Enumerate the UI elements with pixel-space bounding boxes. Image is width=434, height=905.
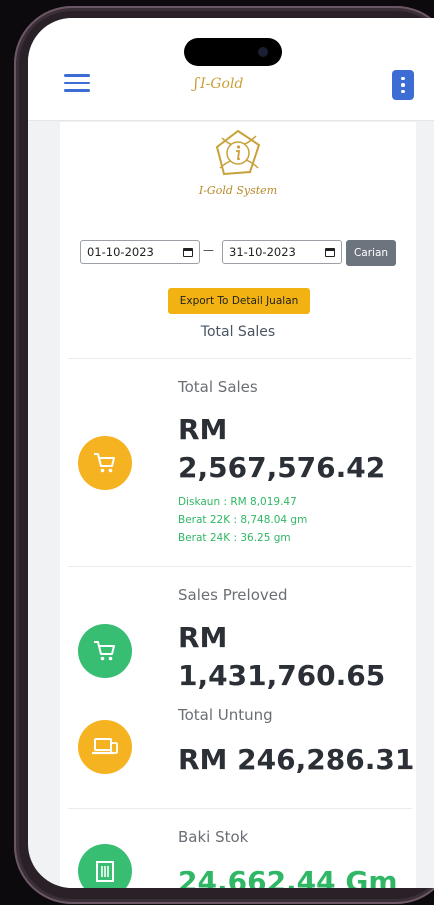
date-from-input[interactable]: 01-10-2023 (80, 240, 200, 264)
total-untung-label: Total Untung (178, 706, 273, 724)
top-navbar: ʃ I-Gold (28, 18, 434, 121)
date-separator: --- (203, 243, 214, 257)
dynamic-island (184, 38, 282, 66)
laptop-icon (78, 720, 132, 774)
berat-22k-text: Berat 22K : 8,748.04 gm (178, 514, 308, 526)
gold-emblem-icon (215, 129, 261, 176)
diskaun-text: Diskaun : RM 8,019.47 (178, 496, 297, 508)
divider (68, 566, 412, 567)
section-title: Total Sales (200, 324, 276, 340)
total-sales-label: Total Sales (178, 378, 258, 396)
brand-name: I-Gold System (198, 184, 278, 197)
divider (68, 358, 412, 359)
logo-icon: ʃ (194, 74, 199, 92)
hamburger-icon[interactable] (64, 74, 90, 92)
kebab-menu-icon[interactable] (392, 70, 414, 100)
building-icon (78, 844, 132, 888)
sales-preloved-amount: 1,431,760.65 (178, 659, 386, 692)
export-button[interactable]: Export To Detail Jualan (168, 288, 310, 314)
total-sales-currency: RM (178, 413, 228, 446)
search-button[interactable]: Carian (346, 240, 396, 266)
calendar-icon[interactable] (325, 247, 335, 257)
date-to-input[interactable]: 31-10-2023 (222, 240, 342, 264)
camera-icon (258, 47, 268, 57)
cart-icon (78, 624, 132, 678)
date-from-value: 01-10-2023 (87, 245, 154, 259)
divider (68, 808, 412, 809)
phone-screen: ʃ I-Gold I-Gold System 01-10-2023 --- 31-… (28, 18, 434, 888)
total-untung-value: RM 246,286.31 (178, 743, 415, 776)
brand-logo: I-Gold System (60, 128, 416, 197)
baki-stok-value: 24,662.44 Gm (178, 865, 398, 888)
sales-preloved-currency: RM (178, 621, 228, 654)
date-to-value: 31-10-2023 (229, 245, 296, 259)
calendar-icon[interactable] (183, 247, 193, 257)
total-sales-amount: 2,567,576.42 (178, 451, 386, 484)
cart-icon (78, 436, 132, 490)
berat-24k-text: Berat 24K : 36.25 gm (178, 532, 291, 544)
app-logo-text: I-Gold (200, 76, 244, 92)
app-logo[interactable]: ʃ I-Gold (194, 74, 243, 92)
date-filter: 01-10-2023 --- 31-10-2023 Carian (80, 240, 400, 266)
baki-stok-label: Baki Stok (178, 828, 249, 846)
sales-preloved-label: Sales Preloved (178, 586, 288, 604)
dashboard-card: I-Gold System 01-10-2023 --- 31-10-2023 … (60, 122, 416, 888)
